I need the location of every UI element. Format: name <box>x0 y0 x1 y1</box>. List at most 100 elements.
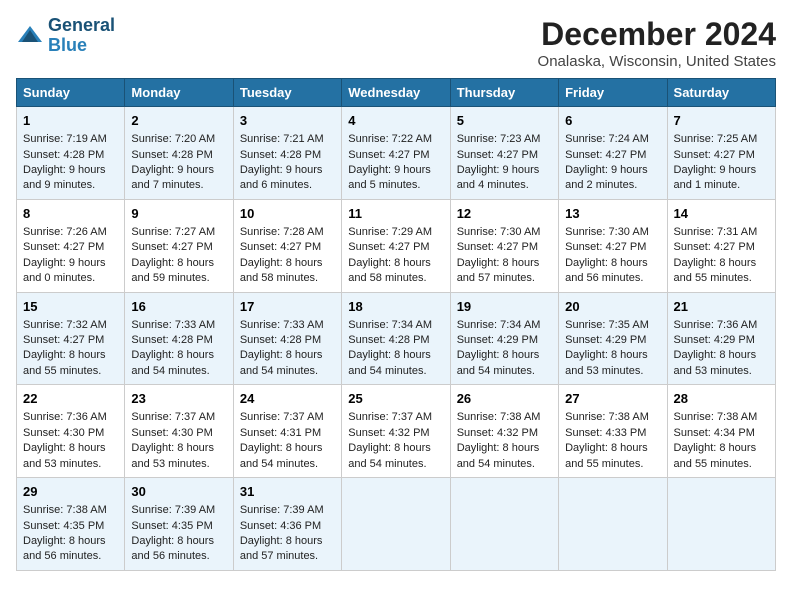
day-info: Sunrise: 7:19 AM Sunset: 4:28 PM Dayligh… <box>23 133 107 191</box>
day-info: Sunrise: 7:35 AM Sunset: 4:29 PM Dayligh… <box>565 319 649 377</box>
day-info: Sunrise: 7:27 AM Sunset: 4:27 PM Dayligh… <box>131 226 215 284</box>
logo-line1: General <box>48 16 115 36</box>
calendar-cell: 10 Sunrise: 7:28 AM Sunset: 4:27 PM Dayli… <box>233 199 341 292</box>
day-number: 9 <box>131 205 226 223</box>
day-number: 13 <box>565 205 660 223</box>
calendar-cell: 19 Sunrise: 7:34 AM Sunset: 4:29 PM Dayli… <box>450 292 558 385</box>
day-number: 24 <box>240 390 335 408</box>
header-day-wednesday: Wednesday <box>342 79 450 107</box>
day-number: 19 <box>457 298 552 316</box>
day-info: Sunrise: 7:24 AM Sunset: 4:27 PM Dayligh… <box>565 133 649 191</box>
day-number: 25 <box>348 390 443 408</box>
day-number: 10 <box>240 205 335 223</box>
calendar-cell: 11Sunrise: 7:29 AM Sunset: 4:27 PM Dayli… <box>342 199 450 292</box>
header-day-sunday: Sunday <box>17 79 125 107</box>
day-number: 27 <box>565 390 660 408</box>
day-number: 5 <box>457 112 552 130</box>
day-number: 3 <box>240 112 335 130</box>
day-info: Sunrise: 7:25 AM Sunset: 4:27 PM Dayligh… <box>674 133 758 191</box>
calendar-cell: 7 Sunrise: 7:25 AM Sunset: 4:27 PM Daylig… <box>667 107 775 200</box>
day-info: Sunrise: 7:37 AM Sunset: 4:30 PM Dayligh… <box>131 411 215 469</box>
day-info: Sunrise: 7:30 AM Sunset: 4:27 PM Dayligh… <box>457 226 541 284</box>
header-day-saturday: Saturday <box>667 79 775 107</box>
calendar-cell: 18 Sunrise: 7:34 AM Sunset: 4:28 PM Dayli… <box>342 292 450 385</box>
calendar-cell: 13Sunrise: 7:30 AM Sunset: 4:27 PM Dayli… <box>559 199 667 292</box>
day-info: Sunrise: 7:37 AM Sunset: 4:31 PM Dayligh… <box>240 411 324 469</box>
day-number: 31 <box>240 483 335 501</box>
logo-icon <box>16 24 44 48</box>
calendar-cell: 22 Sunrise: 7:36 AM Sunset: 4:30 PM Dayli… <box>17 385 125 478</box>
day-info: Sunrise: 7:26 AM Sunset: 4:27 PM Dayligh… <box>23 226 107 284</box>
calendar-cell: 29 Sunrise: 7:38 AM Sunset: 4:35 PM Dayli… <box>17 478 125 571</box>
day-info: Sunrise: 7:23 AM Sunset: 4:27 PM Dayligh… <box>457 133 541 191</box>
day-number: 4 <box>348 112 443 130</box>
day-number: 30 <box>131 483 226 501</box>
calendar-cell: 6 Sunrise: 7:24 AM Sunset: 4:27 PM Daylig… <box>559 107 667 200</box>
day-number: 12 <box>457 205 552 223</box>
calendar-cell: 27 Sunrise: 7:38 AM Sunset: 4:33 PM Dayli… <box>559 385 667 478</box>
day-info: Sunrise: 7:36 AM Sunset: 4:29 PM Dayligh… <box>674 319 758 377</box>
calendar-cell: 23Sunrise: 7:37 AM Sunset: 4:30 PM Dayli… <box>125 385 233 478</box>
day-number: 28 <box>674 390 769 408</box>
week-row-3: 15Sunrise: 7:32 AM Sunset: 4:27 PM Dayli… <box>17 292 776 385</box>
day-info: Sunrise: 7:38 AM Sunset: 4:33 PM Dayligh… <box>565 411 649 469</box>
calendar-cell <box>342 478 450 571</box>
calendar-cell: 30 Sunrise: 7:39 AM Sunset: 4:35 PM Dayli… <box>125 478 233 571</box>
main-title: December 2024 <box>538 16 776 53</box>
day-number: 18 <box>348 298 443 316</box>
day-info: Sunrise: 7:32 AM Sunset: 4:27 PM Dayligh… <box>23 319 107 377</box>
day-info: Sunrise: 7:21 AM Sunset: 4:28 PM Dayligh… <box>240 133 324 191</box>
day-info: Sunrise: 7:36 AM Sunset: 4:30 PM Dayligh… <box>23 411 107 469</box>
day-info: Sunrise: 7:28 AM Sunset: 4:27 PM Dayligh… <box>240 226 324 284</box>
header-row: SundayMondayTuesdayWednesdayThursdayFrid… <box>17 79 776 107</box>
day-number: 29 <box>23 483 118 501</box>
calendar-cell: 3 Sunrise: 7:21 AM Sunset: 4:28 PM Daylig… <box>233 107 341 200</box>
day-number: 2 <box>131 112 226 130</box>
day-info: Sunrise: 7:33 AM Sunset: 4:28 PM Dayligh… <box>131 319 215 377</box>
header-day-tuesday: Tuesday <box>233 79 341 107</box>
calendar-cell: 25 Sunrise: 7:37 AM Sunset: 4:32 PM Dayli… <box>342 385 450 478</box>
day-number: 22 <box>23 390 118 408</box>
day-number: 17 <box>240 298 335 316</box>
calendar-cell: 1Sunrise: 7:19 AM Sunset: 4:28 PM Daylig… <box>17 107 125 200</box>
calendar-cell: 15Sunrise: 7:32 AM Sunset: 4:27 PM Dayli… <box>17 292 125 385</box>
header: General Blue December 2024 Onalaska, Wis… <box>16 16 776 70</box>
calendar-cell: 4 Sunrise: 7:22 AM Sunset: 4:27 PM Daylig… <box>342 107 450 200</box>
calendar-cell: 28Sunrise: 7:38 AM Sunset: 4:34 PM Dayli… <box>667 385 775 478</box>
calendar-cell: 17 Sunrise: 7:33 AM Sunset: 4:28 PM Dayli… <box>233 292 341 385</box>
calendar-cell: 9 Sunrise: 7:27 AM Sunset: 4:27 PM Daylig… <box>125 199 233 292</box>
day-info: Sunrise: 7:33 AM Sunset: 4:28 PM Dayligh… <box>240 319 324 377</box>
calendar-cell: 26 Sunrise: 7:38 AM Sunset: 4:32 PM Dayli… <box>450 385 558 478</box>
day-number: 26 <box>457 390 552 408</box>
day-number: 8 <box>23 205 118 223</box>
calendar-cell: 5 Sunrise: 7:23 AM Sunset: 4:27 PM Daylig… <box>450 107 558 200</box>
calendar-cell: 12 Sunrise: 7:30 AM Sunset: 4:27 PM Dayli… <box>450 199 558 292</box>
calendar-table: SundayMondayTuesdayWednesdayThursdayFrid… <box>16 78 776 571</box>
day-number: 20 <box>565 298 660 316</box>
logo-line2: Blue <box>48 36 115 56</box>
day-number: 6 <box>565 112 660 130</box>
day-info: Sunrise: 7:38 AM Sunset: 4:35 PM Dayligh… <box>23 504 107 562</box>
week-row-5: 29 Sunrise: 7:38 AM Sunset: 4:35 PM Dayli… <box>17 478 776 571</box>
header-day-thursday: Thursday <box>450 79 558 107</box>
day-info: Sunrise: 7:37 AM Sunset: 4:32 PM Dayligh… <box>348 411 432 469</box>
week-row-2: 8 Sunrise: 7:26 AM Sunset: 4:27 PM Daylig… <box>17 199 776 292</box>
day-info: Sunrise: 7:34 AM Sunset: 4:29 PM Dayligh… <box>457 319 541 377</box>
day-info: Sunrise: 7:38 AM Sunset: 4:32 PM Dayligh… <box>457 411 541 469</box>
calendar-cell <box>559 478 667 571</box>
week-row-4: 22 Sunrise: 7:36 AM Sunset: 4:30 PM Dayli… <box>17 385 776 478</box>
subtitle: Onalaska, Wisconsin, United States <box>538 53 776 70</box>
day-info: Sunrise: 7:39 AM Sunset: 4:35 PM Dayligh… <box>131 504 215 562</box>
day-info: Sunrise: 7:22 AM Sunset: 4:27 PM Dayligh… <box>348 133 432 191</box>
header-day-monday: Monday <box>125 79 233 107</box>
day-info: Sunrise: 7:34 AM Sunset: 4:28 PM Dayligh… <box>348 319 432 377</box>
day-info: Sunrise: 7:20 AM Sunset: 4:28 PM Dayligh… <box>131 133 215 191</box>
header-day-friday: Friday <box>559 79 667 107</box>
calendar-cell: 14Sunrise: 7:31 AM Sunset: 4:27 PM Dayli… <box>667 199 775 292</box>
day-info: Sunrise: 7:39 AM Sunset: 4:36 PM Dayligh… <box>240 504 324 562</box>
title-area: December 2024 Onalaska, Wisconsin, Unite… <box>538 16 776 70</box>
logo: General Blue <box>16 16 115 56</box>
day-number: 21 <box>674 298 769 316</box>
calendar-cell: 21 Sunrise: 7:36 AM Sunset: 4:29 PM Dayli… <box>667 292 775 385</box>
day-number: 7 <box>674 112 769 130</box>
